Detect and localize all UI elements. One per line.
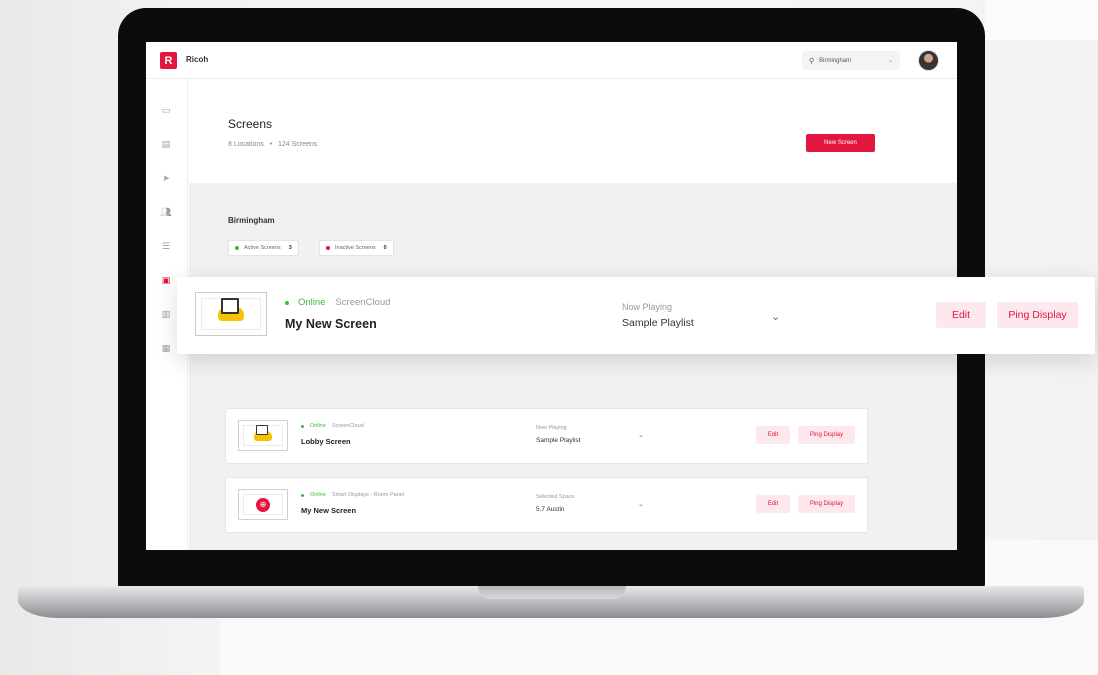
new-screen-button[interactable]: New Screen: [806, 134, 875, 152]
screen-status: Online Smart Displays - Room Panel: [301, 492, 404, 498]
active-dot: [235, 246, 239, 250]
room-panel-icon: ⊕: [256, 497, 270, 512]
chip-count: 3: [288, 245, 292, 251]
chevron-down-icon[interactable]: ⌄: [638, 500, 644, 508]
screen-status: Online ScreenCloud: [301, 423, 364, 429]
chart-icon[interactable]: ▥: [160, 308, 172, 320]
active-screens-chip[interactable]: Active Screens 3: [228, 240, 299, 256]
page-subtitle: 8 Locations • 124 Screens: [228, 141, 317, 148]
navigation-icon[interactable]: ➤: [160, 172, 172, 184]
screen-card-lobby[interactable]: Online ScreenCloud Lobby Screen Now Play…: [225, 408, 868, 464]
settings-icon[interactable]: ▦: [160, 342, 172, 354]
background-block-top-right: [985, 0, 1098, 40]
users-icon[interactable]: 👥︎: [160, 206, 172, 218]
selected-space-value: 5.7 Austin: [536, 506, 565, 513]
featured-screen-card[interactable]: Online ScreenCloud My New Screen Now Pla…: [177, 277, 1095, 354]
list-icon[interactable]: ☰: [160, 240, 172, 252]
source-label: ScreenCloud: [331, 423, 364, 429]
locations-count: 8 Locations: [228, 141, 264, 148]
screen-name: My New Screen: [301, 506, 357, 515]
chevron-down-icon: ⌄: [887, 58, 893, 64]
laptop-notch: [478, 586, 626, 599]
screen-card-room-panel[interactable]: ⊕ Online Smart Displays - Room Panel My …: [225, 477, 868, 533]
edit-button[interactable]: Edit: [936, 302, 986, 328]
source-label: ScreenCloud: [335, 297, 391, 308]
inactive-screens-chip[interactable]: Inactive Screens 0: [319, 240, 394, 256]
online-dot: [285, 300, 289, 305]
top-bar: R Ricoh ⚲ Birmingham ⌄: [146, 42, 957, 79]
online-dot: [301, 493, 304, 497]
status-label: Online: [298, 297, 326, 308]
ping-display-button[interactable]: Ping Display: [798, 495, 855, 513]
edit-button[interactable]: Edit: [756, 495, 790, 513]
page-header: Screens 8 Locations • 124 Screens New Sc…: [189, 79, 957, 183]
ping-display-button[interactable]: Ping Display: [997, 302, 1078, 328]
screen-icon[interactable]: ▣: [160, 274, 172, 286]
building-icon[interactable]: ▤: [160, 138, 172, 150]
chip-count: 0: [383, 245, 387, 251]
online-dot: [301, 424, 304, 428]
screen-thumbnail: ⊕: [238, 489, 288, 520]
avatar[interactable]: [918, 50, 939, 71]
calendar-icon[interactable]: ▭: [160, 104, 172, 116]
status-label: Online: [310, 492, 326, 498]
screen-thumbnail: [195, 292, 267, 336]
now-playing-label: Now Playing: [622, 302, 673, 312]
screens-count: 124 Screens: [277, 141, 318, 148]
screen-thumbnail: [238, 420, 288, 451]
source-label: Smart Displays - Room Panel: [331, 492, 405, 498]
group-title: Birmingham: [228, 216, 275, 225]
now-playing-label: Now Playing: [536, 425, 567, 431]
edit-button[interactable]: Edit: [756, 426, 790, 444]
location-select[interactable]: ⚲ Birmingham ⌄: [802, 51, 900, 70]
screen-name: My New Screen: [285, 317, 377, 331]
map-pin-icon: ⚲: [809, 57, 815, 65]
page-title: Screens: [228, 117, 273, 131]
screen-name: Lobby Screen: [301, 437, 351, 446]
brand-name: Ricoh: [186, 55, 209, 64]
selected-space-label: Selected Space: [536, 494, 575, 500]
chip-label: Inactive Screens: [335, 245, 376, 251]
now-playing-value: Sample Playlist: [622, 317, 694, 329]
status-label: Online: [310, 423, 326, 429]
screen-status: Online ScreenCloud: [285, 297, 390, 308]
ping-display-button[interactable]: Ping Display: [798, 426, 855, 444]
location-label: Birmingham: [819, 57, 852, 64]
subtitle-separator: •: [269, 141, 273, 148]
screencloud-icon: [254, 424, 272, 441]
chevron-down-icon[interactable]: ⌄: [771, 310, 780, 323]
chip-label: Active Screens: [244, 245, 281, 251]
brand-logo[interactable]: R: [160, 52, 177, 69]
screens-content: Birmingham Active Screens 3 Inactive Scr…: [189, 183, 957, 550]
now-playing-value: Sample Playlist: [536, 437, 581, 444]
screencloud-icon: [218, 298, 244, 321]
chevron-down-icon[interactable]: ⌄: [638, 431, 644, 439]
inactive-dot: [326, 246, 330, 250]
